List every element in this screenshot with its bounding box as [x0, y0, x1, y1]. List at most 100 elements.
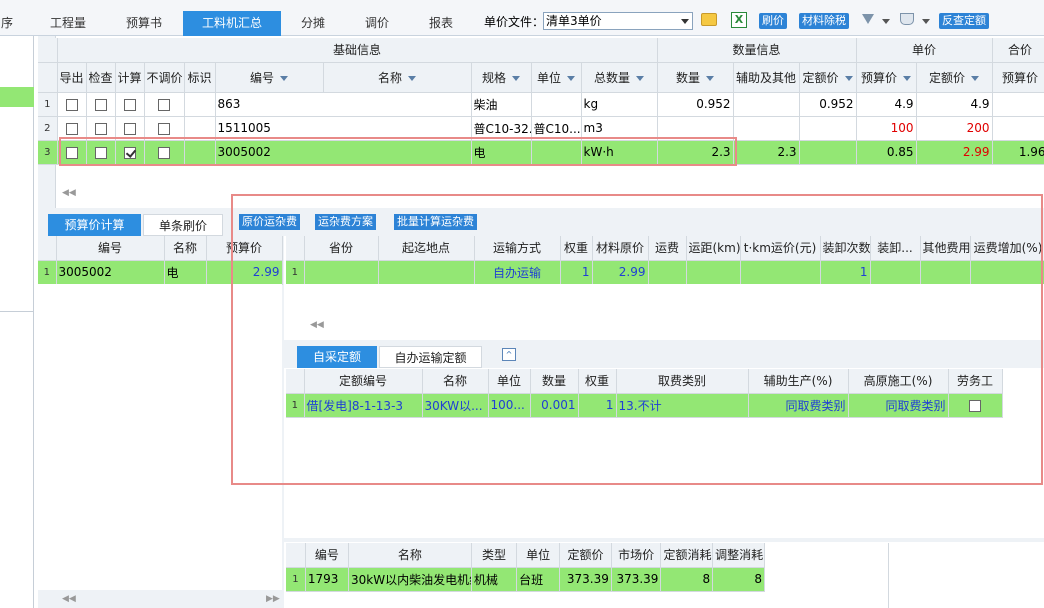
col-total-quota[interactable]: 定额价	[916, 62, 993, 93]
aux-cell[interactable]: 0.952	[799, 92, 857, 117]
chevron-down-icon	[681, 19, 689, 24]
col-budget-price[interactable]: 预算价	[856, 62, 917, 93]
code-cell[interactable]: 1793	[305, 567, 349, 592]
col-quota-price[interactable]: 定额价	[559, 543, 612, 568]
col-adjusted-consumption[interactable]: 调整消耗	[712, 543, 765, 568]
qty-cell[interactable]	[733, 92, 800, 117]
spec-cell[interactable]	[531, 92, 582, 117]
filter-icon[interactable]	[862, 14, 874, 24]
scroll-right-icon[interactable]: ▶▶	[266, 594, 280, 604]
paint-bucket-icon[interactable]	[900, 13, 914, 25]
quota-price-cell[interactable]: 0.85	[856, 140, 917, 165]
name-cell[interactable]: 电	[164, 260, 207, 285]
tab-budget-calc[interactable]: 预算价计算	[48, 214, 141, 236]
col-unit[interactable]: 单位	[531, 62, 582, 93]
export-checkbox[interactable]	[65, 98, 78, 111]
name-cell[interactable]: 柴油	[471, 92, 532, 117]
chevron-down-icon[interactable]	[922, 19, 930, 24]
aux-cell[interactable]	[799, 116, 857, 141]
type-cell[interactable]: 机械	[471, 567, 518, 592]
col-total-qty[interactable]: 总数量	[581, 62, 658, 93]
market-price-cell[interactable]: 373.39	[611, 567, 662, 592]
tab-single-refresh[interactable]: 单条刷价	[143, 214, 223, 236]
tab-price-adjust[interactable]: 调价	[356, 11, 398, 35]
aux-cell[interactable]	[799, 140, 857, 165]
check-checkbox[interactable]	[94, 122, 107, 135]
col-export[interactable]: 导出	[57, 62, 87, 93]
quota-price-cell[interactable]: 100	[856, 116, 917, 141]
budget-price-cell[interactable]: 2.99	[916, 140, 993, 165]
no-adjust-checkbox[interactable]	[158, 122, 170, 135]
export-checkbox-cell[interactable]	[57, 92, 87, 117]
calc-checkbox-cell[interactable]	[115, 92, 145, 117]
col-total-quota-label: 定额价	[929, 70, 966, 85]
reverse-quota-button[interactable]: 反查定额	[939, 13, 989, 29]
col-spec[interactable]: 规格	[471, 62, 532, 93]
mark-cell[interactable]	[184, 92, 216, 117]
quota-price-cell[interactable]: 373.39	[559, 567, 612, 592]
col-unit[interactable]: 单位	[516, 543, 561, 568]
calc-checkbox[interactable]	[123, 122, 136, 135]
name-cell[interactable]: 30kW以内柴油发电机组	[348, 567, 472, 592]
quota-price-cell[interactable]: 4.9	[856, 92, 917, 117]
col-check[interactable]: 检查	[86, 62, 116, 93]
col-name[interactable]: 名称	[164, 236, 207, 261]
tab-prev[interactable]: 序	[0, 11, 14, 35]
tab-quantity[interactable]: 工程量	[40, 11, 96, 35]
col-code-label: 编号	[249, 70, 274, 85]
total-quota-cell[interactable]	[992, 116, 1044, 141]
code-cell[interactable]: 863	[215, 92, 472, 117]
col-no-adjust[interactable]: 不调价	[144, 62, 185, 93]
splitter[interactable]	[284, 538, 1044, 542]
folder-icon[interactable]	[701, 13, 717, 26]
chevron-down-icon[interactable]	[882, 19, 890, 24]
quota-consumption-cell[interactable]: 8	[660, 567, 714, 592]
unit-cell[interactable]: kg	[581, 92, 658, 117]
total-quota-cell[interactable]: 1.96	[992, 140, 1044, 165]
budget-price-cell[interactable]: 4.9	[916, 92, 993, 117]
machine-grid: 编号 名称 类型 单位 定额价 市场价 定额消耗 调整消耗 1 1793 30k…	[286, 543, 765, 592]
col-quota-consumption[interactable]: 定额消耗	[660, 543, 714, 568]
tab-allocation[interactable]: 分摊	[292, 11, 334, 35]
calc-checkbox[interactable]	[123, 98, 136, 111]
table-row-selected[interactable]: 1 1793 30kW以内柴油发电机组 机械 台班 373.39 373.39 …	[286, 567, 765, 592]
budget-price-cell[interactable]: 200	[916, 116, 993, 141]
check-checkbox-cell[interactable]	[86, 92, 116, 117]
col-code[interactable]: 编号	[305, 543, 349, 568]
adjusted-consumption-cell[interactable]: 8	[712, 567, 765, 592]
col-name[interactable]: 名称	[323, 62, 472, 93]
material-tax-button[interactable]: 材料除税	[799, 13, 849, 29]
no-adjust-checkbox[interactable]	[158, 98, 170, 111]
col-market-price[interactable]: 市场价	[611, 543, 662, 568]
unit-price-select[interactable]: 清单3单价	[543, 12, 693, 30]
left-pane-selected-item[interactable]	[0, 87, 34, 107]
total-quota-cell[interactable]	[992, 92, 1044, 117]
check-checkbox[interactable]	[94, 98, 107, 111]
col-name[interactable]: 名称	[348, 543, 472, 568]
col-mark[interactable]: 标识	[184, 62, 216, 93]
export-checkbox[interactable]	[65, 122, 78, 135]
tab-budget[interactable]: 预算书	[114, 11, 174, 35]
col-code[interactable]: 编号	[56, 236, 165, 261]
col-calc[interactable]: 计算	[115, 62, 145, 93]
col-code[interactable]: 编号	[215, 62, 324, 93]
col-quota-price[interactable]: 定额价	[799, 62, 857, 93]
table-row[interactable]: 1 863 柴油 kg 0.952 0.952 4.9 4.9	[38, 92, 1044, 117]
tab-report[interactable]: 报表	[420, 11, 462, 35]
excel-icon[interactable]: X	[731, 12, 747, 28]
qty-cell[interactable]	[733, 116, 800, 141]
tab-material-summary[interactable]: 工料机汇总	[183, 11, 281, 36]
scroll-left-icon[interactable]: ◀◀	[62, 594, 76, 604]
row-number: 1	[38, 260, 57, 285]
total-qty-cell[interactable]: 0.952	[657, 92, 734, 117]
code-cell[interactable]: 3005002	[56, 260, 165, 285]
no-adjust-checkbox-cell[interactable]	[144, 92, 185, 117]
col-aux[interactable]: 辅助及其他	[733, 62, 800, 93]
scroll-left-icon[interactable]: ◀◀	[62, 188, 76, 198]
unit-cell[interactable]: 台班	[516, 567, 561, 592]
col-qty[interactable]: 数量	[657, 62, 734, 93]
refresh-price-button[interactable]: 刷价	[759, 13, 787, 29]
col-type[interactable]: 类型	[471, 543, 518, 568]
col-total-budget[interactable]: 预算价	[992, 62, 1044, 93]
qty-cell[interactable]: 2.3	[733, 140, 800, 165]
